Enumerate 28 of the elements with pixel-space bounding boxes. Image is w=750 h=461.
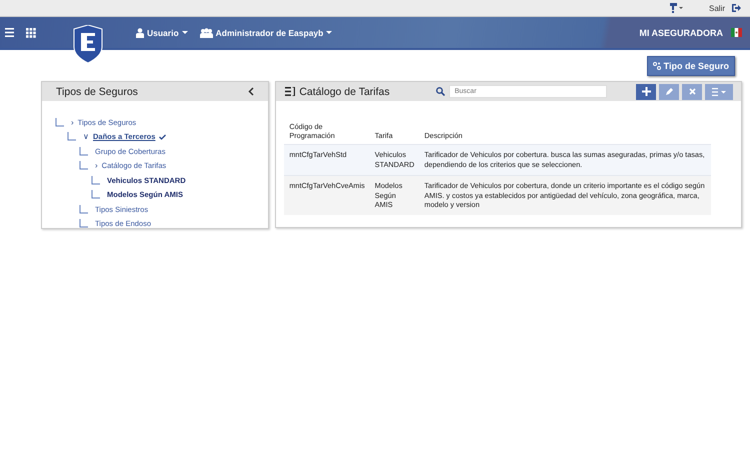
- panel-title: Catálogo de Tarifas: [299, 86, 390, 98]
- collapse-icon[interactable]: [248, 87, 254, 96]
- expand-toggle[interactable]: ∨: [83, 132, 89, 142]
- list-icon: [285, 87, 296, 96]
- shield-logo: [72, 25, 104, 63]
- insurance-type-button[interactable]: Tipo de Seguro: [646, 56, 735, 76]
- panel-title: Tipos de Seguros: [56, 86, 138, 98]
- expand-toggle[interactable]: ›: [95, 161, 98, 170]
- close-icon: [688, 88, 696, 95]
- header-menu[interactable]: Usuario: [136, 28, 188, 38]
- company-name: MI ASEGURADORA: [639, 28, 723, 38]
- caret-icon: [182, 30, 188, 34]
- logout-icon[interactable]: [731, 3, 741, 13]
- header-menu[interactable]: Administrador de Easpayb: [200, 28, 332, 38]
- caret-icon: [326, 30, 332, 34]
- users-icon: [200, 28, 213, 38]
- menu-icon: [712, 88, 726, 96]
- plus-icon: [642, 87, 650, 96]
- nodes-icon: [652, 62, 661, 70]
- expand-toggle[interactable]: ›: [71, 118, 74, 127]
- menu-icon[interactable]: [5, 28, 14, 37]
- flag-icon: [731, 28, 742, 37]
- user-icon: [136, 28, 144, 38]
- exit-link[interactable]: Salir: [708, 4, 725, 12]
- add-button[interactable]: [636, 84, 656, 100]
- search-icon: [436, 87, 445, 96]
- apps-icon[interactable]: [26, 28, 36, 38]
- pencil-icon: [665, 88, 673, 96]
